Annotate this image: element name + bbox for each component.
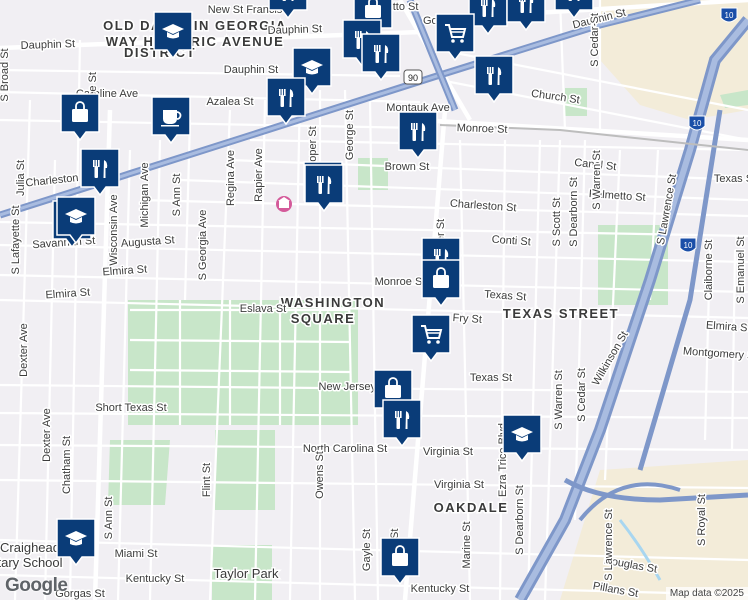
street-label-dauphin-st: Dauphin St [267,23,322,37]
street-label-augusta-st: Augusta St [121,234,176,250]
place-label-craighead: Craighead [0,540,60,555]
interstate-shield-2: 10 [688,115,706,131]
street-label-s-georgia-ave: S Georgia Ave [197,210,209,281]
school-pin-5[interactable] [56,518,96,567]
street-label-s-warren-st: S Warren St [553,370,565,430]
street-label-texas-st: Texas St [484,289,527,304]
street-label-s-broad-st: S Broad St [0,48,11,101]
us-90-shield: 90 [403,69,423,85]
grocery-pin-2[interactable] [411,314,451,363]
street-label-kentucky-st: Kentucky St [126,573,185,585]
street-label-s-lafayette-st: S Lafayette St [10,205,22,274]
district-label-square: SQUARE [291,311,356,326]
street-label-dexter-ave: Dexter Ave [41,408,53,462]
district-label-oakdale: OAKDALE [434,500,509,515]
street-label-chatham-st: Chatham St [61,436,73,494]
restaurant-pin-14[interactable] [382,399,422,448]
shopping-pin-6[interactable] [380,537,420,586]
svg-text:10: 10 [725,11,734,20]
street-label-s-cedar-st: S Cedar St [589,13,601,67]
street-label-marine-st: Marine St [461,521,473,568]
map-canvas[interactable]: 90 10 10 10 OLD DAUPHIN GEORGIA WAY HIST… [0,0,748,600]
street-label-regina-ave: Regina Ave [225,150,237,206]
street-label-s-warren-st: S Warren St [591,150,603,210]
street-label-miami-st: Miami St [115,548,158,560]
street-label-s-ann-st: S Ann St [103,497,115,540]
street-label-conti-st: Conti St [491,234,531,249]
street-label-s-lawrence-st: S Lawrence St [603,509,615,581]
district-label-texas-street: TEXAS STREET [503,306,619,321]
interstate-shield-3: 10 [679,237,697,253]
street-label-s-scott-st: S Scott St [551,198,563,247]
street-label-s-ann-st: S Ann St [171,174,183,217]
street-label-owens-st: Owens St [314,451,326,499]
street-label-wisconsin-ave: Wisconsin Ave [108,194,120,265]
museum-icon[interactable] [276,196,292,212]
street-label-julia-st: Julia St [15,160,27,196]
restaurant-pin-6[interactable] [361,33,401,82]
interstate-shield-1: 10 [720,7,738,23]
street-label-elmira-st: Elmira St [45,286,90,301]
street-label-azalea-st: Azalea St [206,96,253,108]
svg-text:10: 10 [684,241,693,250]
park-small-1 [358,158,388,190]
street-label-dexter-ave: Dexter Ave [18,323,30,377]
street-label-montgomery-st: Montgomery St [683,345,748,362]
street-label-gayle-st: Gayle St [361,529,373,571]
street-label-charleston-st: Charleston St [450,198,517,215]
street-label-kentucky-st: Kentucky St [411,583,470,595]
street-label-flint-st: Flint St [201,463,213,497]
restaurant-pin-7[interactable] [474,55,514,104]
park-south [215,430,275,510]
svg-text:10: 10 [693,119,702,128]
street-label-short-texas-st: Short Texas St [95,402,166,414]
street-label-george-st: George St [344,110,356,160]
street-label-s-royal-st: S Royal St [696,494,708,546]
street-label-s-dearborn-st: S Dearborn St [514,485,526,555]
industrial-area-se [560,460,748,600]
street-label-dauphin-st: Dauphin St [224,64,278,76]
district-label-1: OLD DAUPHIN GEORGIA [103,18,287,33]
street-label-texas-st: Texas St [470,372,512,384]
street-label-virginia-st: Virginia St [434,479,484,491]
street-label-elmira-st: Elmira St [706,319,748,334]
restaurant-pin-9[interactable] [398,111,438,160]
map-attribution[interactable]: Map data ©2025 [665,587,748,600]
street-label-s-cedar-st: S Cedar St [576,368,588,422]
district-label-washington: WASHINGTON [281,295,385,310]
street-label-monroe-st: Monroe St [457,122,508,136]
street-label-dauphin-st: Dauphin St [20,38,75,52]
street-label-virginia-st: Virginia St [423,446,473,458]
restaurant-pin-3[interactable] [506,0,546,32]
street-label-texas-st: Texas St [714,173,748,185]
google-logo: Google [5,575,68,596]
place-label-taylor-park: Taylor Park [213,566,279,581]
place-label-school: tary School [0,555,63,570]
street-label-michigan-ave: Michigan Ave [139,162,151,227]
street-label-brown-st: Brown St [385,161,430,173]
cafe-pin[interactable] [151,96,191,145]
grocery-pin-1[interactable] [435,13,475,62]
street-label-s-emanuel-st: S Emanuel St [735,236,747,303]
street-label-rapier-ave: Rapier Ave [253,148,265,202]
street-label-claiborne-st: Claiborne St [703,240,715,301]
shopping-pin-2[interactable] [60,93,100,142]
shield-90: 90 [408,73,418,83]
street-label-fry-st: Fry St [452,312,482,326]
street-label-monroe-st: Monroe St [375,276,426,288]
street-label-eslava-st: Eslava St [240,303,286,315]
park-sw [108,440,170,505]
street-label-s-dearborn-st: S Dearborn St [568,177,580,247]
